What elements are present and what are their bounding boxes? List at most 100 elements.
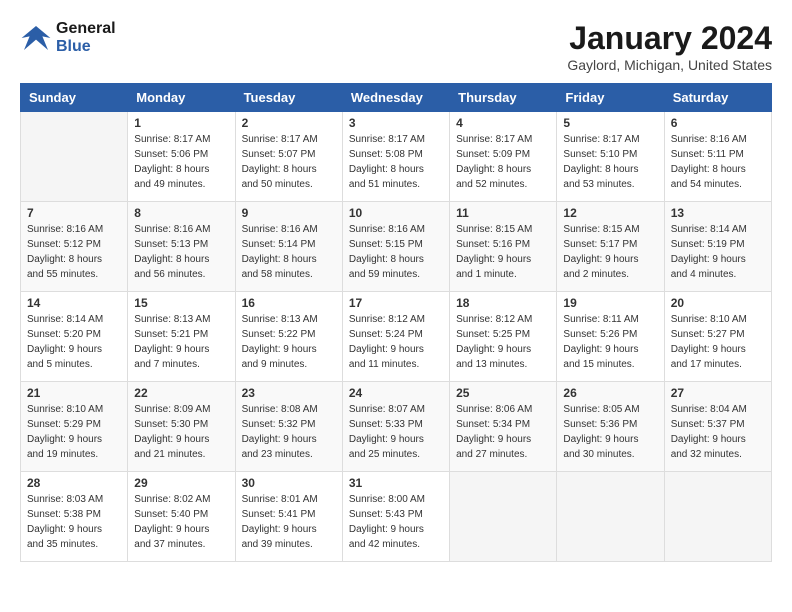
calendar-cell	[21, 112, 128, 202]
day-info: Sunrise: 8:17 AM Sunset: 5:07 PM Dayligh…	[242, 132, 336, 192]
day-info: Sunrise: 8:16 AM Sunset: 5:11 PM Dayligh…	[671, 132, 765, 192]
calendar-cell: 26Sunrise: 8:05 AM Sunset: 5:36 PM Dayli…	[557, 382, 664, 472]
day-number: 2	[242, 116, 336, 130]
calendar-cell: 11 Sunrise: 8:15 AM Sunset: 5:16 PM Dayli…	[450, 202, 557, 292]
calendar-cell: 22Sunrise: 8:09 AM Sunset: 5:30 PM Dayli…	[128, 382, 235, 472]
day-number: 14	[27, 296, 121, 310]
day-info: Sunrise: 8:13 AM Sunset: 5:22 PM Dayligh…	[242, 312, 336, 372]
day-info: Sunrise: 8:12 AM Sunset: 5:24 PM Dayligh…	[349, 312, 443, 372]
day-info: Sunrise: 8:02 AM Sunset: 5:40 PM Dayligh…	[134, 492, 228, 552]
day-info: Sunrise: 8:16 AM Sunset: 5:12 PM Dayligh…	[27, 222, 121, 282]
calendar-header-row: SundayMondayTuesdayWednesdayThursdayFrid…	[21, 84, 772, 112]
day-number: 21	[27, 386, 121, 400]
calendar-cell: 24 Sunrise: 8:07 AM Sunset: 5:33 PM Dayli…	[342, 382, 449, 472]
logo: General Blue	[20, 20, 116, 55]
day-info: Sunrise: 8:14 AM Sunset: 5:20 PM Dayligh…	[27, 312, 121, 372]
calendar-week-4: 21 Sunrise: 8:10 AM Sunset: 5:29 PM Dayli…	[21, 382, 772, 472]
day-number: 15	[134, 296, 228, 310]
calendar-cell: 3 Sunrise: 8:17 AM Sunset: 5:08 PM Daylig…	[342, 112, 449, 202]
day-number: 23	[242, 386, 336, 400]
calendar-cell: 30Sunrise: 8:01 AM Sunset: 5:41 PM Dayli…	[235, 472, 342, 562]
calendar-cell: 23 Sunrise: 8:08 AM Sunset: 5:32 PM Dayli…	[235, 382, 342, 472]
day-number: 12	[563, 206, 657, 220]
logo-text-line2: Blue	[56, 38, 116, 56]
day-number: 5	[563, 116, 657, 130]
day-number: 26	[563, 386, 657, 400]
calendar-cell: 15 Sunrise: 8:13 AM Sunset: 5:21 PM Dayli…	[128, 292, 235, 382]
calendar-cell: 18 Sunrise: 8:12 AM Sunset: 5:25 PM Dayli…	[450, 292, 557, 382]
calendar-cell: 27 Sunrise: 8:04 AM Sunset: 5:37 PM Dayli…	[664, 382, 771, 472]
header-day-wednesday: Wednesday	[342, 84, 449, 112]
day-number: 25	[456, 386, 550, 400]
calendar-cell: 8 Sunrise: 8:16 AM Sunset: 5:13 PM Daylig…	[128, 202, 235, 292]
calendar-header: SundayMondayTuesdayWednesdayThursdayFrid…	[21, 84, 772, 112]
day-number: 22	[134, 386, 228, 400]
header-day-thursday: Thursday	[450, 84, 557, 112]
calendar-cell: 13Sunrise: 8:14 AM Sunset: 5:19 PM Dayli…	[664, 202, 771, 292]
day-info: Sunrise: 8:17 AM Sunset: 5:10 PM Dayligh…	[563, 132, 657, 192]
day-info: Sunrise: 8:17 AM Sunset: 5:09 PM Dayligh…	[456, 132, 550, 192]
calendar-cell: 31Sunrise: 8:00 AM Sunset: 5:43 PM Dayli…	[342, 472, 449, 562]
day-info: Sunrise: 8:17 AM Sunset: 5:08 PM Dayligh…	[349, 132, 443, 192]
day-number: 1	[134, 116, 228, 130]
title-block: January 2024 Gaylord, Michigan, United S…	[567, 20, 772, 73]
calendar-week-2: 7Sunrise: 8:16 AM Sunset: 5:12 PM Daylig…	[21, 202, 772, 292]
main-title: January 2024	[567, 20, 772, 57]
calendar-cell: 17 Sunrise: 8:12 AM Sunset: 5:24 PM Dayli…	[342, 292, 449, 382]
day-number: 29	[134, 476, 228, 490]
day-info: Sunrise: 8:10 AM Sunset: 5:29 PM Dayligh…	[27, 402, 121, 462]
calendar-cell: 20 Sunrise: 8:10 AM Sunset: 5:27 PM Dayli…	[664, 292, 771, 382]
calendar-week-5: 28 Sunrise: 8:03 AM Sunset: 5:38 PM Dayli…	[21, 472, 772, 562]
header-day-sunday: Sunday	[21, 84, 128, 112]
day-info: Sunrise: 8:08 AM Sunset: 5:32 PM Dayligh…	[242, 402, 336, 462]
day-number: 4	[456, 116, 550, 130]
logo-text-line1: General	[56, 20, 116, 38]
day-info: Sunrise: 8:10 AM Sunset: 5:27 PM Dayligh…	[671, 312, 765, 372]
calendar-cell: 5 Sunrise: 8:17 AM Sunset: 5:10 PM Daylig…	[557, 112, 664, 202]
calendar-cell: 1 Sunrise: 8:17 AM Sunset: 5:06 PM Daylig…	[128, 112, 235, 202]
day-info: Sunrise: 8:15 AM Sunset: 5:17 PM Dayligh…	[563, 222, 657, 282]
day-number: 30	[242, 476, 336, 490]
page-header: General Blue January 2024 Gaylord, Michi…	[20, 20, 772, 73]
calendar-cell: 14 Sunrise: 8:14 AM Sunset: 5:20 PM Dayli…	[21, 292, 128, 382]
day-info: Sunrise: 8:16 AM Sunset: 5:14 PM Dayligh…	[242, 222, 336, 282]
day-number: 11	[456, 206, 550, 220]
calendar-cell: 28 Sunrise: 8:03 AM Sunset: 5:38 PM Dayli…	[21, 472, 128, 562]
calendar-cell: 16 Sunrise: 8:13 AM Sunset: 5:22 PM Dayli…	[235, 292, 342, 382]
header-day-monday: Monday	[128, 84, 235, 112]
calendar-cell: 7Sunrise: 8:16 AM Sunset: 5:12 PM Daylig…	[21, 202, 128, 292]
day-info: Sunrise: 8:03 AM Sunset: 5:38 PM Dayligh…	[27, 492, 121, 552]
calendar-cell: 29 Sunrise: 8:02 AM Sunset: 5:40 PM Dayli…	[128, 472, 235, 562]
day-number: 27	[671, 386, 765, 400]
calendar-cell: 4 Sunrise: 8:17 AM Sunset: 5:09 PM Daylig…	[450, 112, 557, 202]
calendar-week-3: 14 Sunrise: 8:14 AM Sunset: 5:20 PM Dayli…	[21, 292, 772, 382]
header-day-saturday: Saturday	[664, 84, 771, 112]
calendar-week-1: 1 Sunrise: 8:17 AM Sunset: 5:06 PM Daylig…	[21, 112, 772, 202]
day-number: 8	[134, 206, 228, 220]
calendar-cell: 9Sunrise: 8:16 AM Sunset: 5:14 PM Daylig…	[235, 202, 342, 292]
calendar-cell	[664, 472, 771, 562]
day-number: 17	[349, 296, 443, 310]
day-number: 24	[349, 386, 443, 400]
day-info: Sunrise: 8:17 AM Sunset: 5:06 PM Dayligh…	[134, 132, 228, 192]
day-info: Sunrise: 8:04 AM Sunset: 5:37 PM Dayligh…	[671, 402, 765, 462]
day-number: 18	[456, 296, 550, 310]
day-info: Sunrise: 8:12 AM Sunset: 5:25 PM Dayligh…	[456, 312, 550, 372]
logo-icon	[20, 22, 52, 54]
day-info: Sunrise: 8:13 AM Sunset: 5:21 PM Dayligh…	[134, 312, 228, 372]
day-info: Sunrise: 8:15 AM Sunset: 5:16 PM Dayligh…	[456, 222, 550, 282]
day-number: 3	[349, 116, 443, 130]
day-number: 31	[349, 476, 443, 490]
day-number: 28	[27, 476, 121, 490]
day-info: Sunrise: 8:07 AM Sunset: 5:33 PM Dayligh…	[349, 402, 443, 462]
day-info: Sunrise: 8:11 AM Sunset: 5:26 PM Dayligh…	[563, 312, 657, 372]
calendar-body: 1 Sunrise: 8:17 AM Sunset: 5:06 PM Daylig…	[21, 112, 772, 562]
day-info: Sunrise: 8:16 AM Sunset: 5:13 PM Dayligh…	[134, 222, 228, 282]
subtitle: Gaylord, Michigan, United States	[567, 57, 772, 73]
day-number: 6	[671, 116, 765, 130]
day-number: 16	[242, 296, 336, 310]
calendar-cell: 6 Sunrise: 8:16 AM Sunset: 5:11 PM Daylig…	[664, 112, 771, 202]
day-info: Sunrise: 8:06 AM Sunset: 5:34 PM Dayligh…	[456, 402, 550, 462]
day-number: 20	[671, 296, 765, 310]
calendar-cell	[557, 472, 664, 562]
